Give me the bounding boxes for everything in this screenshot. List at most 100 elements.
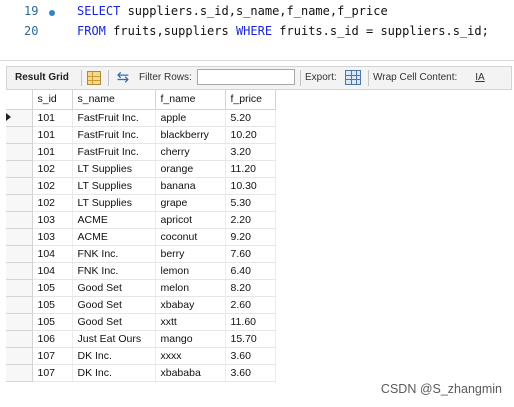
cell-s-name[interactable]: FNK Inc. [72,262,156,280]
table-row[interactable]: 101 FastFruit Inc. cherry 3.20 [6,143,276,161]
row-selector[interactable] [6,126,33,144]
cell-f-price[interactable]: 8.20 [225,279,276,297]
column-header-s-name[interactable]: s_name [72,90,156,110]
cell-s-name[interactable]: LT Supplies [72,160,156,178]
row-selector[interactable] [6,109,33,127]
cell-f-name[interactable]: xbabay [155,296,226,314]
cell-f-price[interactable]: 10.30 [225,177,276,195]
cell-s-name[interactable]: FastFruit Inc. [72,109,156,127]
cell-f-name[interactable]: xxtt [155,313,226,331]
cell-s-id[interactable]: 101 [32,109,73,127]
panel-divider[interactable] [0,60,514,61]
row-selector[interactable] [6,279,33,297]
row-selector[interactable] [6,262,33,280]
cell-f-price[interactable]: 3.60 [225,364,276,382]
table-row[interactable]: 102 LT Supplies banana 10.30 [6,177,276,195]
table-row[interactable]: 107 DK Inc. xxxx 3.60 [6,347,276,365]
cell-s-id[interactable]: 107 [32,364,73,382]
cell-s-name[interactable]: ACME [72,228,156,246]
column-header-s-id[interactable]: s_id [32,90,73,110]
grid-icon[interactable] [87,71,101,85]
cell-f-name[interactable]: xbababa [155,364,226,382]
cell-f-price[interactable]: 2.20 [225,211,276,229]
row-selector[interactable] [6,160,33,178]
cell-s-name[interactable]: FNK Inc. [72,245,156,263]
refresh-icon[interactable]: ⇆ [114,69,132,87]
cell-s-name[interactable]: Good Set [72,296,156,314]
cell-s-id[interactable]: 103 [32,228,73,246]
table-row[interactable]: 102 LT Supplies grape 5.30 [6,194,276,212]
cell-s-name[interactable]: FastFruit Inc. [72,126,156,144]
cell-s-id[interactable]: 105 [32,279,73,297]
cell-f-price[interactable]: 3.60 [225,347,276,365]
table-row[interactable]: 106 Just Eat Ours mango 15.70 [6,330,276,348]
cell-s-id[interactable]: 104 [32,262,73,280]
code-text[interactable]: FROM fruits,suppliers WHERE fruits.s_id … [77,24,489,38]
cell-s-name[interactable]: Good Set [72,279,156,297]
row-selector[interactable] [6,296,33,314]
row-selector[interactable] [6,228,33,246]
cell-s-name[interactable]: FastFruit Inc. [72,143,156,161]
cell-s-id[interactable]: 102 [32,194,73,212]
cell-f-price[interactable]: 2.60 [225,296,276,314]
cell-s-name[interactable]: Just Eat Ours [72,330,156,348]
table-row[interactable]: 105 Good Set melon 8.20 [6,279,276,297]
cell-f-price[interactable]: 3.20 [225,143,276,161]
cell-s-id[interactable]: 102 [32,177,73,195]
fold-marker-icon[interactable] [49,10,55,16]
row-selector[interactable] [6,143,33,161]
cell-f-name[interactable]: apple [155,109,226,127]
cell-s-id[interactable]: 101 [32,126,73,144]
cell-f-name[interactable]: xxxx [155,347,226,365]
cell-s-id[interactable]: 105 [32,296,73,314]
table-row[interactable]: 101 FastFruit Inc. blackberry 10.20 [6,126,276,144]
cell-f-price[interactable]: 10.20 [225,126,276,144]
row-selector[interactable] [6,177,33,195]
cell-f-name[interactable]: grape [155,194,226,212]
cell-s-name[interactable]: LT Supplies [72,194,156,212]
cell-s-id[interactable]: 105 [32,313,73,331]
cell-f-name[interactable]: cherry [155,143,226,161]
row-selector[interactable] [6,194,33,212]
code-line-19[interactable]: 19 SELECT suppliers.s_id,s_name,f_name,f… [0,2,514,22]
cell-f-name[interactable]: mango [155,330,226,348]
table-row[interactable]: 105 Good Set xbabay 2.60 [6,296,276,314]
code-text[interactable]: SELECT suppliers.s_id,s_name,f_name,f_pr… [77,4,388,18]
cell-f-price[interactable]: 5.20 [225,109,276,127]
table-row[interactable]: 104 FNK Inc. berry 7.60 [6,245,276,263]
cell-f-name[interactable]: orange [155,160,226,178]
cell-s-name[interactable]: Good Set [72,313,156,331]
cell-f-name[interactable]: banana [155,177,226,195]
code-line-20[interactable]: 20 FROM fruits,suppliers WHERE fruits.s_… [0,22,514,42]
row-selector[interactable] [6,211,33,229]
row-selector[interactable] [6,330,33,348]
result-grid-tab[interactable]: Result Grid [9,67,75,89]
row-selector[interactable] [6,347,33,365]
sql-editor[interactable]: 19 SELECT suppliers.s_id,s_name,f_name,f… [0,0,514,46]
row-selector[interactable] [6,364,33,382]
cell-s-id[interactable]: 107 [32,347,73,365]
table-row[interactable]: 102 LT Supplies orange 11.20 [6,160,276,178]
cell-s-name[interactable]: ACME [72,211,156,229]
cell-f-name[interactable]: blackberry [155,126,226,144]
cell-s-id[interactable]: 101 [32,143,73,161]
table-row[interactable]: 105 Good Set xxtt 11.60 [6,313,276,331]
cell-f-name[interactable]: berry [155,245,226,263]
cell-s-name[interactable]: DK Inc. [72,364,156,382]
cell-s-name[interactable]: DK Inc. [72,347,156,365]
cell-f-price[interactable]: 6.40 [225,262,276,280]
export-icon[interactable] [345,70,361,85]
table-row[interactable]: 107 DK Inc. xbababa 3.60 [6,364,276,382]
cell-s-id[interactable]: 104 [32,245,73,263]
filter-rows-input[interactable] [197,69,295,85]
cell-f-price[interactable]: 5.30 [225,194,276,212]
table-row[interactable]: 104 FNK Inc. lemon 6.40 [6,262,276,280]
cell-f-price[interactable]: 11.20 [225,160,276,178]
column-header-f-price[interactable]: f_price [225,90,276,110]
cell-f-price[interactable]: 7.60 [225,245,276,263]
cell-f-name[interactable]: melon [155,279,226,297]
row-selector[interactable] [6,313,33,331]
row-selector[interactable] [6,245,33,263]
column-header-f-name[interactable]: f_name [155,90,226,110]
cell-s-id[interactable]: 102 [32,160,73,178]
